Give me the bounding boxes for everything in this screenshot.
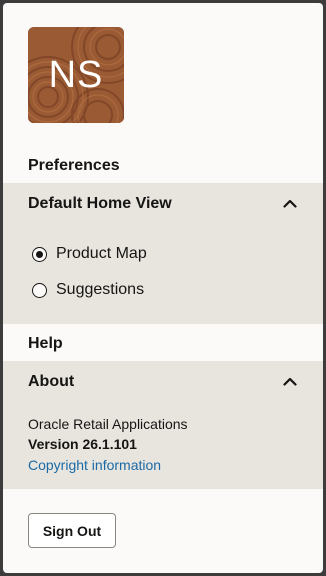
chevron-up-icon [283, 199, 297, 208]
radio-button[interactable] [32, 282, 47, 298]
version-text: Version 26.1.101 [28, 436, 137, 452]
product-name: Oracle Retail Applications [28, 416, 188, 432]
help-heading: Help [28, 335, 63, 352]
radio-label: Suggestions [56, 281, 145, 298]
sign-out-button[interactable]: Sign Out [28, 513, 116, 548]
radio-button[interactable] [32, 246, 47, 262]
about-section: About Oracle Retail Applications Version… [3, 361, 323, 489]
collapse-default-home-view-button[interactable] [279, 195, 301, 211]
default-home-view-title: Default Home View [28, 195, 172, 212]
preferences-heading: Preferences [28, 157, 120, 174]
default-home-view-section: Default Home View Product Map Suggestion… [3, 183, 323, 324]
radio-option-product-map[interactable]: Product Map [32, 245, 147, 263]
about-title: About [28, 373, 75, 390]
radio-option-suggestions[interactable]: Suggestions [32, 281, 144, 299]
user-menu-panel: NS Preferences Default Home View Product… [3, 3, 323, 573]
collapse-about-button[interactable] [279, 373, 301, 389]
avatar-initials: NS [48, 53, 104, 96]
copyright-link[interactable]: Copyright information [28, 457, 161, 473]
radio-selected-dot [36, 250, 43, 258]
avatar: NS [28, 27, 124, 123]
chevron-up-icon [283, 377, 297, 386]
radio-label: Product Map [56, 245, 147, 262]
